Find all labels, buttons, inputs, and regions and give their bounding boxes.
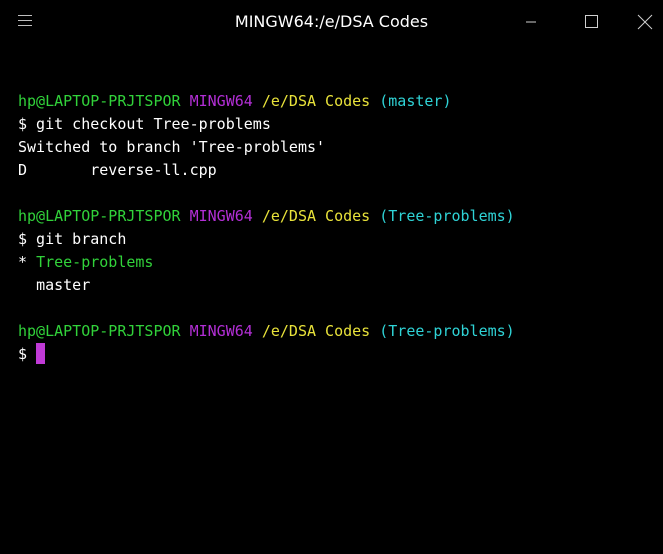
file-status: D <box>18 161 28 179</box>
current-branch-name: Tree-problems <box>36 253 154 271</box>
text-cursor <box>36 343 46 364</box>
output-line: Switched to branch 'Tree-problems' <box>18 138 326 156</box>
command-line: $ git checkout Tree-problems <box>18 115 271 133</box>
current-branch-marker: * <box>18 253 28 271</box>
maximize-icon <box>585 15 598 28</box>
command-line: $ git branch <box>18 230 127 248</box>
prompt-env: MINGW64 <box>189 207 253 225</box>
branch-line-current: * Tree-problems <box>18 251 663 274</box>
prompt-line: hp@LAPTOP-PRJTSPOR MINGW64 /e/DSA Codes … <box>18 205 663 228</box>
prompt-line: hp@LAPTOP-PRJTSPOR MINGW64 /e/DSA Codes … <box>18 90 663 113</box>
terminal-window: MINGW64:/e/DSA Codes hp@LAPTOP-PRJTSPOR … <box>0 0 663 554</box>
input-line[interactable]: $ <box>18 343 663 366</box>
input-prompt: $ <box>18 345 28 363</box>
file-name: reverse-ll.cpp <box>90 161 217 179</box>
maximize-button[interactable] <box>579 10 603 34</box>
window-title: MINGW64:/e/DSA Codes <box>234 12 429 31</box>
prompt-path: /e/DSA Codes <box>261 92 371 110</box>
title-bar[interactable]: MINGW64:/e/DSA Codes <box>0 0 663 44</box>
prompt-path: /e/DSA Codes <box>261 207 371 225</box>
branch-line: master <box>18 274 663 297</box>
prompt-env: MINGW64 <box>189 92 253 110</box>
prompt-line: hp@LAPTOP-PRJTSPOR MINGW64 /e/DSA Codes … <box>18 320 663 343</box>
branch-name: master <box>36 276 91 294</box>
minimize-button[interactable] <box>519 10 543 34</box>
output-line: D reverse-ll.cpp <box>18 159 663 182</box>
prompt-user: hp@LAPTOP-PRJTSPOR <box>18 322 181 340</box>
prompt-path: /e/DSA Codes <box>261 322 371 340</box>
prompt-branch: (master) <box>379 92 452 110</box>
minimize-icon <box>526 21 536 23</box>
close-button[interactable] <box>633 10 657 34</box>
prompt-env: MINGW64 <box>189 322 253 340</box>
close-icon <box>637 14 653 30</box>
prompt-branch: (Tree-problems) <box>379 322 515 340</box>
prompt-user: hp@LAPTOP-PRJTSPOR <box>18 207 181 225</box>
terminal-output[interactable]: hp@LAPTOP-PRJTSPOR MINGW64 /e/DSA Codes … <box>18 90 663 366</box>
prompt-branch: (Tree-problems) <box>379 207 515 225</box>
prompt-user: hp@LAPTOP-PRJTSPOR <box>18 92 181 110</box>
